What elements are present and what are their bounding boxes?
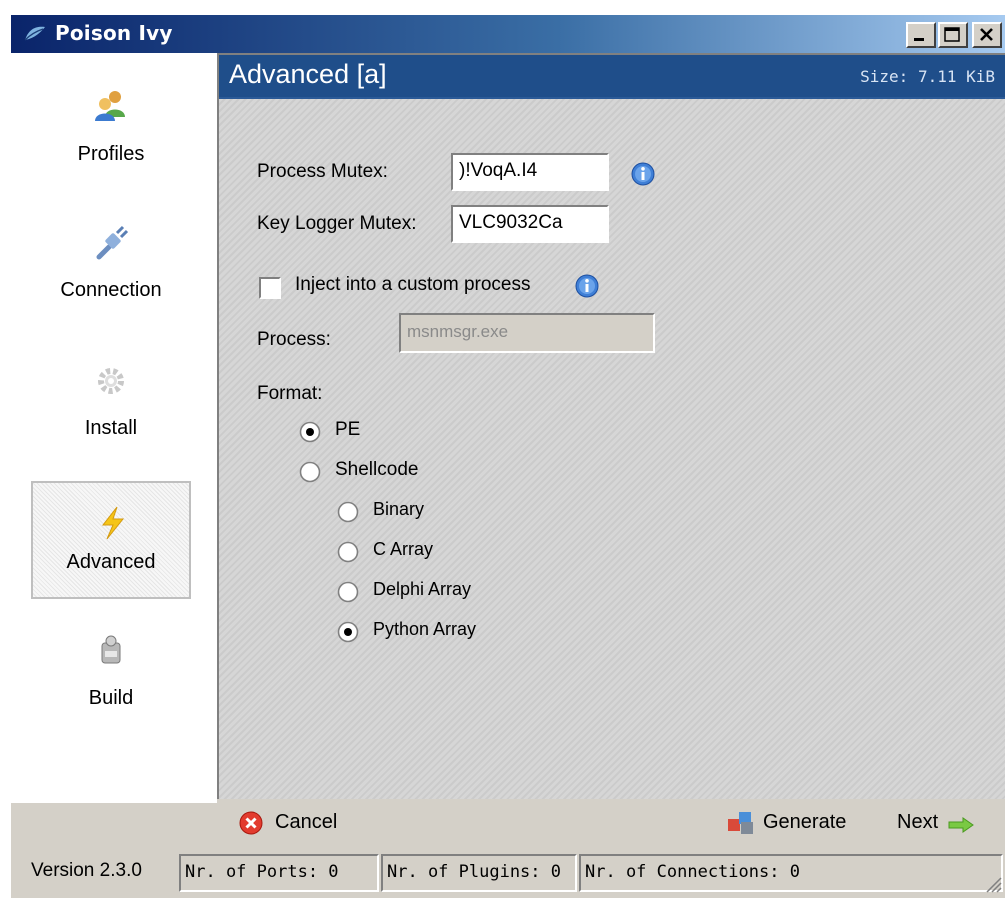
close-icon (980, 28, 993, 41)
ports-count: Nr. of Ports: 0 (179, 854, 379, 892)
app-window: Poison Ivy Profiles Connection Install A… (11, 15, 1005, 898)
keylogger-mutex-label: Key Logger Mutex: (257, 213, 417, 234)
sidebar-item-connection[interactable]: Connection (31, 211, 191, 329)
inject-label[interactable]: Inject into a custom process (295, 274, 531, 296)
title-bar[interactable]: Poison Ivy (11, 15, 1005, 53)
generate-button[interactable]: Generate (725, 805, 875, 841)
size-readout: Size: 7.11 KiB (860, 67, 995, 86)
process-input: msnmsgr.exe (399, 313, 655, 353)
page-header: Advanced [a] Size: 7.11 KiB (219, 55, 1005, 99)
sidebar-item-install[interactable]: Install (31, 349, 191, 467)
sidebar: Profiles Connection Install Advanced Bui… (11, 53, 217, 803)
close-button[interactable] (972, 22, 1002, 48)
minimize-icon (914, 38, 924, 41)
process-label: Process: (257, 329, 331, 350)
info-icon[interactable] (575, 274, 599, 298)
radio-python-array[interactable] (337, 621, 359, 643)
page-title: Advanced [a] (229, 59, 387, 89)
radio-delphi-array[interactable] (337, 581, 359, 603)
radio-pe[interactable] (299, 421, 321, 443)
resize-grip-icon[interactable] (983, 874, 1003, 894)
info-icon[interactable] (631, 162, 655, 186)
sidebar-item-label: Install (84, 417, 138, 439)
radio-binary-label[interactable]: Binary (373, 499, 424, 520)
cancel-button[interactable]: Cancel (239, 805, 369, 841)
keylogger-mutex-input[interactable]: VLC9032Ca (451, 205, 609, 243)
sidebar-item-label: Advanced (66, 551, 156, 573)
cancel-icon (239, 811, 263, 835)
plugins-count: Nr. of Plugins: 0 (381, 854, 577, 892)
plug-icon (96, 225, 129, 260)
radio-c-array-label[interactable]: C Array (373, 539, 433, 560)
radio-pe-label[interactable]: PE (335, 419, 360, 441)
lightning-icon (101, 506, 125, 540)
sidebar-item-profiles[interactable]: Profiles (31, 73, 191, 191)
radio-python-array-label[interactable]: Python Array (373, 619, 476, 640)
radio-delphi-array-label[interactable]: Delphi Array (373, 579, 471, 600)
sidebar-item-label: Connection (60, 279, 162, 301)
radio-binary[interactable] (337, 501, 359, 523)
radio-c-array[interactable] (337, 541, 359, 563)
generate-icon (728, 812, 753, 834)
poison-ivy-leaf-icon (24, 26, 45, 41)
inject-checkbox[interactable] (259, 277, 281, 299)
advanced-settings-panel: Process Mutex: )!VoqA.I4 Key Logger Mute… (219, 99, 1005, 799)
radio-shellcode-label[interactable]: Shellcode (335, 459, 418, 481)
action-bar: Cancel Generate Next (217, 799, 1005, 845)
next-button[interactable]: Next (897, 805, 987, 841)
sidebar-item-label: Build (88, 687, 134, 709)
build-icon (101, 635, 121, 664)
maximize-icon (944, 27, 960, 42)
minimize-button[interactable] (906, 22, 936, 48)
format-label: Format: (257, 383, 323, 404)
process-mutex-label: Process Mutex: (257, 161, 388, 182)
radio-shellcode[interactable] (299, 461, 321, 483)
arrow-right-icon (948, 817, 974, 833)
process-mutex-input[interactable]: )!VoqA.I4 (451, 153, 609, 191)
main-panel: Advanced [a] Size: 7.11 KiB Process Mute… (217, 53, 1005, 799)
status-bar: Version 2.3.0 Nr. of Ports: 0 Nr. of Plu… (11, 848, 1005, 898)
sidebar-item-advanced[interactable]: Advanced (31, 481, 191, 599)
sidebar-item-build[interactable]: Build (31, 619, 191, 737)
maximize-button[interactable] (938, 22, 968, 48)
connections-count: Nr. of Connections: 0 (579, 854, 1003, 892)
sidebar-item-label: Profiles (77, 143, 145, 165)
window-title: Poison Ivy (55, 21, 173, 45)
gear-icon (98, 368, 124, 394)
users-icon (95, 91, 125, 121)
version-label: Version 2.3.0 (31, 860, 142, 881)
